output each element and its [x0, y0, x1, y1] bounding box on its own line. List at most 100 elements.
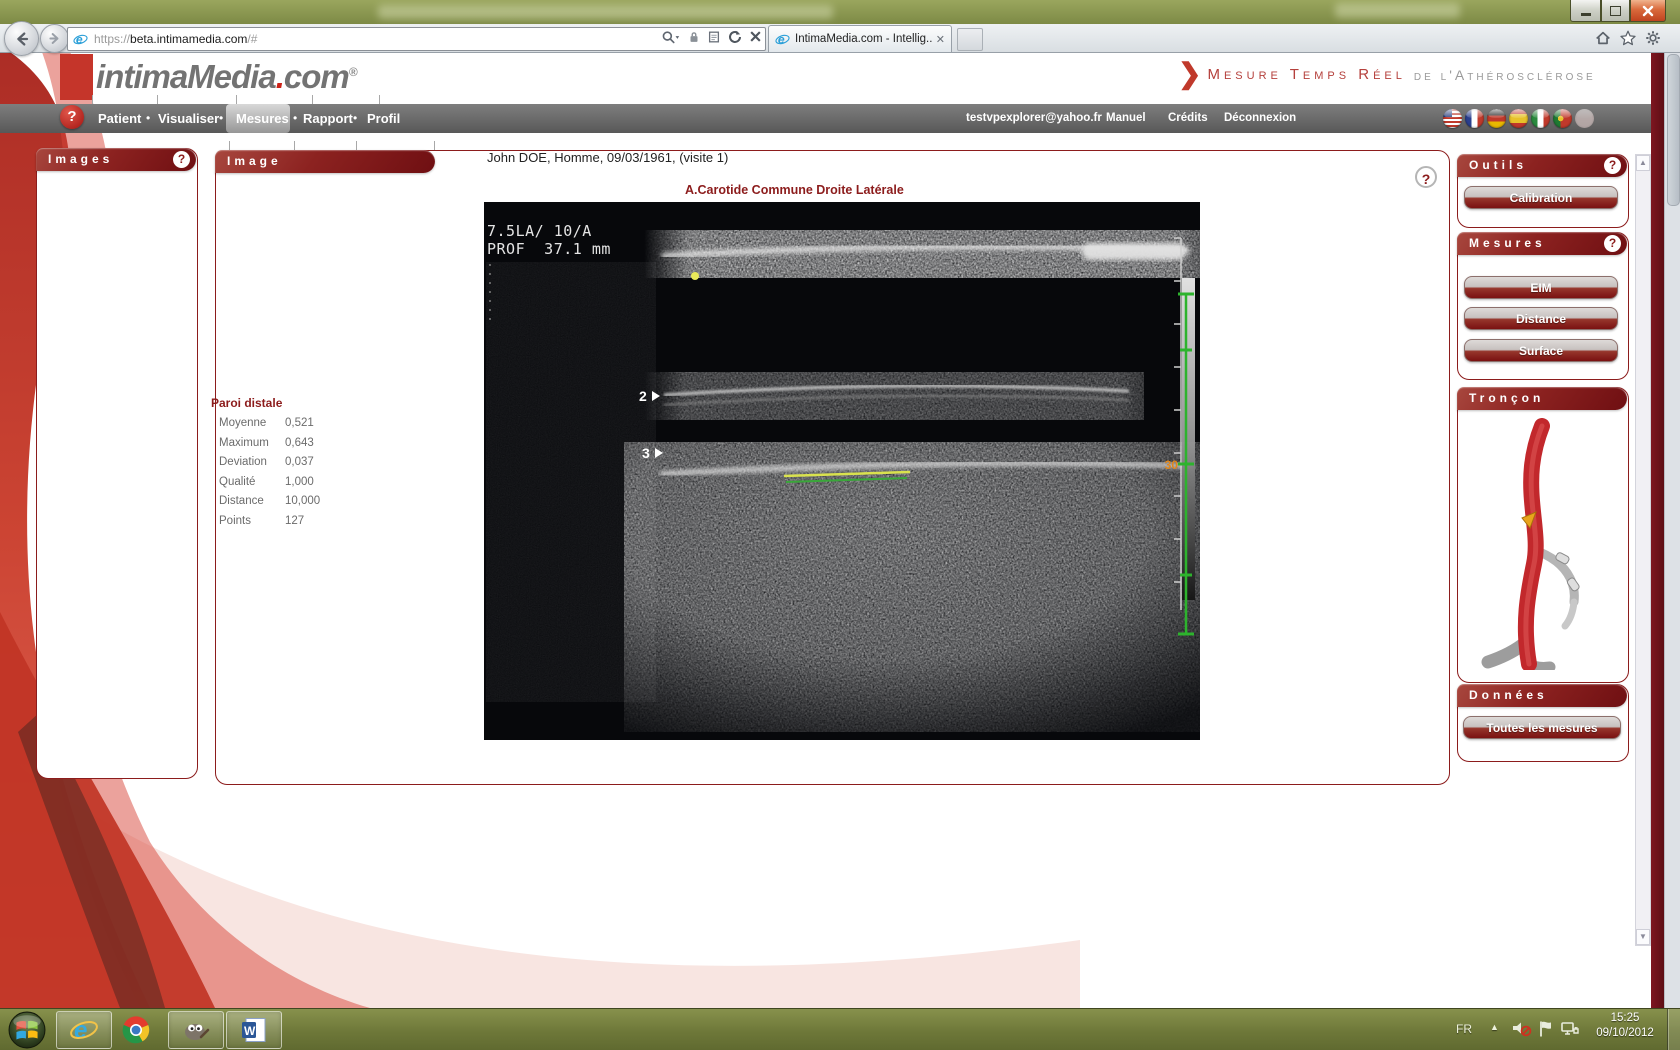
search-icon[interactable]: [661, 29, 681, 50]
image-title: A.Carotide Commune Droite Latérale: [685, 183, 904, 197]
measurement-row: Distance10,000: [219, 495, 379, 515]
taskbar-chrome-button[interactable]: [122, 1016, 150, 1049]
nav-item-mesures[interactable]: Mesures: [236, 104, 289, 133]
taskbar-ie-button[interactable]: e: [56, 1011, 112, 1049]
nav-item-visualiser[interactable]: Visualiser: [158, 104, 219, 133]
show-desktop-button[interactable]: [1667, 1009, 1680, 1050]
images-help-button[interactable]: ?: [173, 151, 190, 168]
flag-it-icon[interactable]: [1531, 109, 1550, 128]
page-edge-stripe: [1651, 52, 1664, 1008]
compatibility-view-icon[interactable]: [707, 29, 721, 50]
maximize-button[interactable]: [1601, 0, 1630, 22]
nav-item-rapport[interactable]: Rapport: [303, 104, 353, 133]
hidden-icons-chevron[interactable]: ▲: [1490, 1022, 1499, 1032]
url-bar[interactable]: e https://beta.intimamedia.com/#: [67, 27, 766, 51]
clock-time: 15:25: [1588, 1011, 1662, 1026]
lock-icon: [687, 29, 701, 50]
back-button[interactable]: [4, 21, 39, 56]
measurement-row: Moyenne0,521: [219, 417, 379, 437]
nav-item-patient[interactable]: Patient: [98, 104, 141, 133]
svg-text:e: e: [778, 32, 785, 46]
nav-tick: [312, 95, 313, 104]
distance-button[interactable]: Distance: [1464, 307, 1618, 330]
taskbar-gimp-button[interactable]: [168, 1011, 224, 1049]
ie-icon: e: [69, 1015, 99, 1045]
page-scrollbar[interactable]: ▲ ▼: [1635, 154, 1651, 946]
site-tagline: ❯ Mesure Temps Réel de l'Athérosclérose: [1178, 62, 1596, 88]
network-icon[interactable]: [1560, 1020, 1580, 1043]
nav-help-button[interactable]: ?: [60, 105, 84, 129]
tab-close-icon[interactable]: ✕: [936, 33, 945, 46]
minimize-button[interactable]: [1570, 0, 1601, 22]
nav-tick: [379, 95, 380, 104]
refresh-icon[interactable]: [727, 29, 743, 50]
surface-button[interactable]: Surface: [1464, 339, 1618, 362]
action-center-flag-icon[interactable]: [1538, 1020, 1554, 1043]
measurement-row: Qualité1,000: [219, 476, 379, 496]
url-text: https://beta.intimamedia.com/#: [94, 32, 257, 46]
new-tab-button[interactable]: [957, 28, 983, 51]
patient-info: John DOE, Homme, 09/03/1961, (visite 1): [487, 150, 728, 165]
nav-link-credits[interactable]: Crédits: [1168, 104, 1208, 133]
site-logo[interactable]: intimaMedia.com®: [96, 58, 358, 96]
nav-link-deconnexion[interactable]: Déconnexion: [1224, 104, 1296, 133]
chevron-icon: ❯: [1178, 62, 1201, 86]
flag-us-icon[interactable]: [1443, 109, 1462, 128]
measurement-row: Deviation0,037: [219, 456, 379, 476]
nav-item-profil[interactable]: Profil: [367, 104, 400, 133]
flag-pt-icon[interactable]: [1553, 109, 1572, 128]
volume-muted-icon[interactable]: [1512, 1020, 1532, 1043]
taskbar-word-button[interactable]: W: [226, 1011, 282, 1049]
scale-label: 30: [1165, 458, 1179, 472]
images-panel: [36, 148, 198, 779]
chrome-icon: [122, 1016, 150, 1044]
measures-help-button[interactable]: ?: [1604, 235, 1621, 252]
main-navbar: Patient • Visualiser • Mesures • Rapport…: [0, 104, 1651, 133]
background-window-blur: [378, 5, 833, 19]
measures-panel-tab: Mesures ?: [1457, 232, 1627, 255]
gimp-icon: [181, 1015, 211, 1045]
flag-fr-icon[interactable]: [1465, 109, 1484, 128]
ie-favicon: e: [73, 32, 88, 47]
forward-button[interactable]: [40, 24, 69, 53]
minimize-icon: [1581, 13, 1591, 16]
data-panel-tab: Données: [1457, 684, 1627, 707]
user-email: testvpexplorer@yahoo.fr: [966, 104, 1102, 133]
favorites-star-icon[interactable]: [1619, 29, 1637, 52]
eim-button[interactable]: EIM: [1464, 276, 1618, 299]
home-icon[interactable]: [1594, 29, 1612, 52]
calibration-button[interactable]: Calibration: [1464, 186, 1618, 209]
tab-favicon: e: [775, 32, 790, 47]
nav-tick: [157, 95, 158, 104]
wall-marker-3: 3: [642, 445, 650, 461]
wall-marker-2: 2: [639, 388, 647, 404]
stop-icon[interactable]: [749, 30, 762, 48]
language-indicator[interactable]: FR: [1456, 1022, 1472, 1036]
flag-ghost-icon: [1575, 109, 1594, 128]
browser-tab[interactable]: e IntimaMedia.com - Intellig... ✕: [768, 25, 952, 52]
scrollbar-thumb[interactable]: [1667, 54, 1680, 206]
window-scrollbar[interactable]: [1664, 24, 1680, 1008]
settings-gear-icon[interactable]: [1644, 29, 1662, 52]
nav-separator: •: [353, 104, 357, 133]
tools-help-button[interactable]: ?: [1604, 157, 1621, 174]
image-help-button[interactable]: ?: [1415, 166, 1437, 188]
nav-link-manuel[interactable]: Manuel: [1106, 104, 1146, 133]
us-overlay-probe: 7.5LA/ 10/A: [487, 222, 592, 240]
flag-de-icon[interactable]: [1487, 109, 1506, 128]
logo-red-dot: .: [276, 58, 284, 95]
taskbar: e W: [0, 1008, 1680, 1050]
taskbar-clock[interactable]: 15:25 09/10/2012: [1588, 1011, 1662, 1041]
scroll-up-icon[interactable]: ▲: [1636, 155, 1650, 171]
scroll-down-icon[interactable]: ▼: [1636, 929, 1650, 945]
carotid-diagram[interactable]: [1472, 418, 1602, 670]
ultrasound-image[interactable]: 2 3 30 7.5LA/ 10/A PROF 37.1 mm: [484, 202, 1200, 740]
nav-separator: •: [293, 104, 297, 133]
start-button[interactable]: [8, 1011, 46, 1050]
svg-text:W: W: [244, 1024, 256, 1038]
nav-separator: •: [219, 104, 223, 133]
flag-es-icon[interactable]: [1509, 109, 1528, 128]
close-button[interactable]: [1630, 0, 1666, 22]
nav-tick: [236, 95, 237, 104]
all-measures-button[interactable]: Toutes les mesures: [1463, 716, 1621, 739]
